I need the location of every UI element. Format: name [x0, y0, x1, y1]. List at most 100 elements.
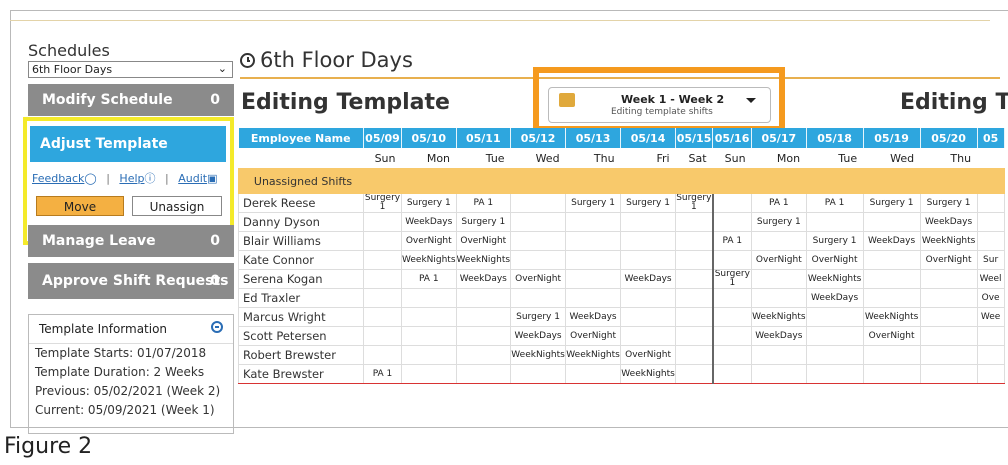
shift-cell[interactable]: WeekDays: [805, 288, 864, 308]
shift-cell[interactable]: [919, 326, 978, 346]
shift-cell[interactable]: [976, 212, 1005, 232]
shift-cell[interactable]: [363, 307, 402, 327]
shift-cell[interactable]: [976, 345, 1005, 365]
shift-cell[interactable]: [976, 193, 1005, 213]
shift-cell[interactable]: [363, 250, 402, 270]
shift-cell[interactable]: PA 1: [751, 193, 807, 213]
shift-cell[interactable]: WeekDays: [565, 307, 622, 327]
shift-cell[interactable]: [675, 212, 714, 232]
shift-cell[interactable]: Surgery 1: [675, 193, 714, 213]
shift-cell[interactable]: [712, 288, 753, 308]
shift-cell[interactable]: OverNight: [620, 345, 677, 365]
shift-cell[interactable]: Surgery 1: [620, 193, 677, 213]
employee-name[interactable]: Ed Traxler: [238, 288, 364, 308]
employee-name[interactable]: Derek Reese: [238, 193, 364, 213]
shift-cell[interactable]: [675, 288, 714, 308]
shift-cell[interactable]: [620, 250, 677, 270]
shift-cell[interactable]: WeekDays: [455, 269, 512, 289]
shift-cell[interactable]: [565, 250, 622, 270]
shift-cell[interactable]: WeekNights: [919, 231, 978, 251]
employee-name[interactable]: Danny Dyson: [238, 212, 364, 232]
unassigned-cell[interactable]: [862, 168, 921, 194]
week-selector[interactable]: Week 1 - Week 2 Editing template shifts: [548, 87, 771, 123]
employee-name[interactable]: Kate Connor: [238, 250, 364, 270]
shift-cell[interactable]: [455, 326, 512, 346]
shift-cell[interactable]: WeekDays: [919, 212, 978, 232]
speech-bubble-icon[interactable]: ◯: [84, 172, 96, 185]
feedback-link[interactable]: Feedback: [32, 172, 84, 185]
shift-cell[interactable]: [565, 212, 622, 232]
shift-cell[interactable]: [455, 288, 512, 308]
unassign-button[interactable]: Unassign: [132, 196, 222, 216]
shift-cell[interactable]: [712, 345, 753, 365]
shift-cell[interactable]: [565, 364, 622, 384]
shift-cell[interactable]: PA 1: [805, 193, 864, 213]
shift-cell[interactable]: Surgery 1: [712, 269, 753, 289]
shift-cell[interactable]: [363, 212, 402, 232]
shift-cell[interactable]: [401, 364, 457, 384]
shift-cell[interactable]: [712, 193, 753, 213]
shift-cell[interactable]: [455, 364, 512, 384]
unassigned-cell[interactable]: [976, 168, 1005, 194]
shift-cell[interactable]: WeekNights: [401, 250, 457, 270]
shift-cell[interactable]: [862, 364, 921, 384]
unassigned-cell[interactable]: [675, 168, 714, 194]
shift-cell[interactable]: [919, 345, 978, 365]
shift-cell[interactable]: [401, 307, 457, 327]
unassigned-cell[interactable]: [620, 168, 677, 194]
shift-cell[interactable]: [712, 326, 753, 346]
unassigned-cell[interactable]: [510, 168, 567, 194]
shift-cell[interactable]: Surgery 1: [919, 193, 978, 213]
shift-cell[interactable]: [510, 250, 567, 270]
unassigned-cell[interactable]: [401, 168, 457, 194]
shift-cell[interactable]: [620, 231, 677, 251]
shift-cell[interactable]: OverNight: [455, 231, 512, 251]
shift-cell[interactable]: Surgery 1: [805, 231, 864, 251]
shift-cell[interactable]: [976, 326, 1005, 346]
shift-cell[interactable]: [565, 269, 622, 289]
shift-cell[interactable]: Surgery 1: [401, 193, 457, 213]
shift-cell[interactable]: [675, 345, 714, 365]
shift-cell[interactable]: WeekDays: [862, 231, 921, 251]
shift-cell[interactable]: [620, 288, 677, 308]
shift-cell[interactable]: WeekDays: [510, 326, 567, 346]
shift-cell[interactable]: [401, 288, 457, 308]
shift-cell[interactable]: [751, 364, 807, 384]
employee-name[interactable]: Scott Petersen: [238, 326, 364, 346]
shift-cell[interactable]: WeekDays: [751, 326, 807, 346]
shift-cell[interactable]: WeekDays: [401, 212, 457, 232]
shift-cell[interactable]: OverNight: [751, 250, 807, 270]
shift-cell[interactable]: [712, 307, 753, 327]
manage-leave-button[interactable]: Manage Leave 0: [28, 225, 234, 257]
shift-cell[interactable]: OverNight: [862, 326, 921, 346]
shift-cell[interactable]: [363, 231, 402, 251]
shift-cell[interactable]: [363, 269, 402, 289]
shift-cell[interactable]: Surgery 1: [510, 307, 567, 327]
shift-cell[interactable]: WeekDays: [620, 269, 677, 289]
shift-cell[interactable]: [976, 231, 1005, 251]
shift-cell[interactable]: [510, 193, 567, 213]
shift-cell[interactable]: [675, 231, 714, 251]
shift-cell[interactable]: [976, 364, 1005, 384]
employee-name[interactable]: Blair Williams: [238, 231, 364, 251]
shift-cell[interactable]: [675, 326, 714, 346]
shift-cell[interactable]: [363, 345, 402, 365]
shift-cell[interactable]: [620, 212, 677, 232]
employee-name[interactable]: Marcus Wright: [238, 307, 364, 327]
shift-cell[interactable]: [919, 288, 978, 308]
shift-cell[interactable]: WeekNights: [862, 307, 921, 327]
shift-cell[interactable]: Surgery 1: [455, 212, 512, 232]
unassigned-cell[interactable]: [455, 168, 512, 194]
unassigned-cell[interactable]: [712, 168, 753, 194]
employee-name[interactable]: Kate Brewster: [238, 364, 364, 384]
shift-cell[interactable]: WeekNights: [620, 364, 677, 384]
shift-cell[interactable]: [805, 307, 864, 327]
shift-cell[interactable]: [565, 288, 622, 308]
shift-cell[interactable]: [675, 250, 714, 270]
shift-cell[interactable]: [712, 212, 753, 232]
shift-cell[interactable]: [455, 307, 512, 327]
adjust-template-button[interactable]: Adjust Template: [30, 126, 226, 162]
shift-cell[interactable]: OverNight: [919, 250, 978, 270]
shift-cell[interactable]: [363, 288, 402, 308]
shift-cell[interactable]: PA 1: [712, 231, 753, 251]
